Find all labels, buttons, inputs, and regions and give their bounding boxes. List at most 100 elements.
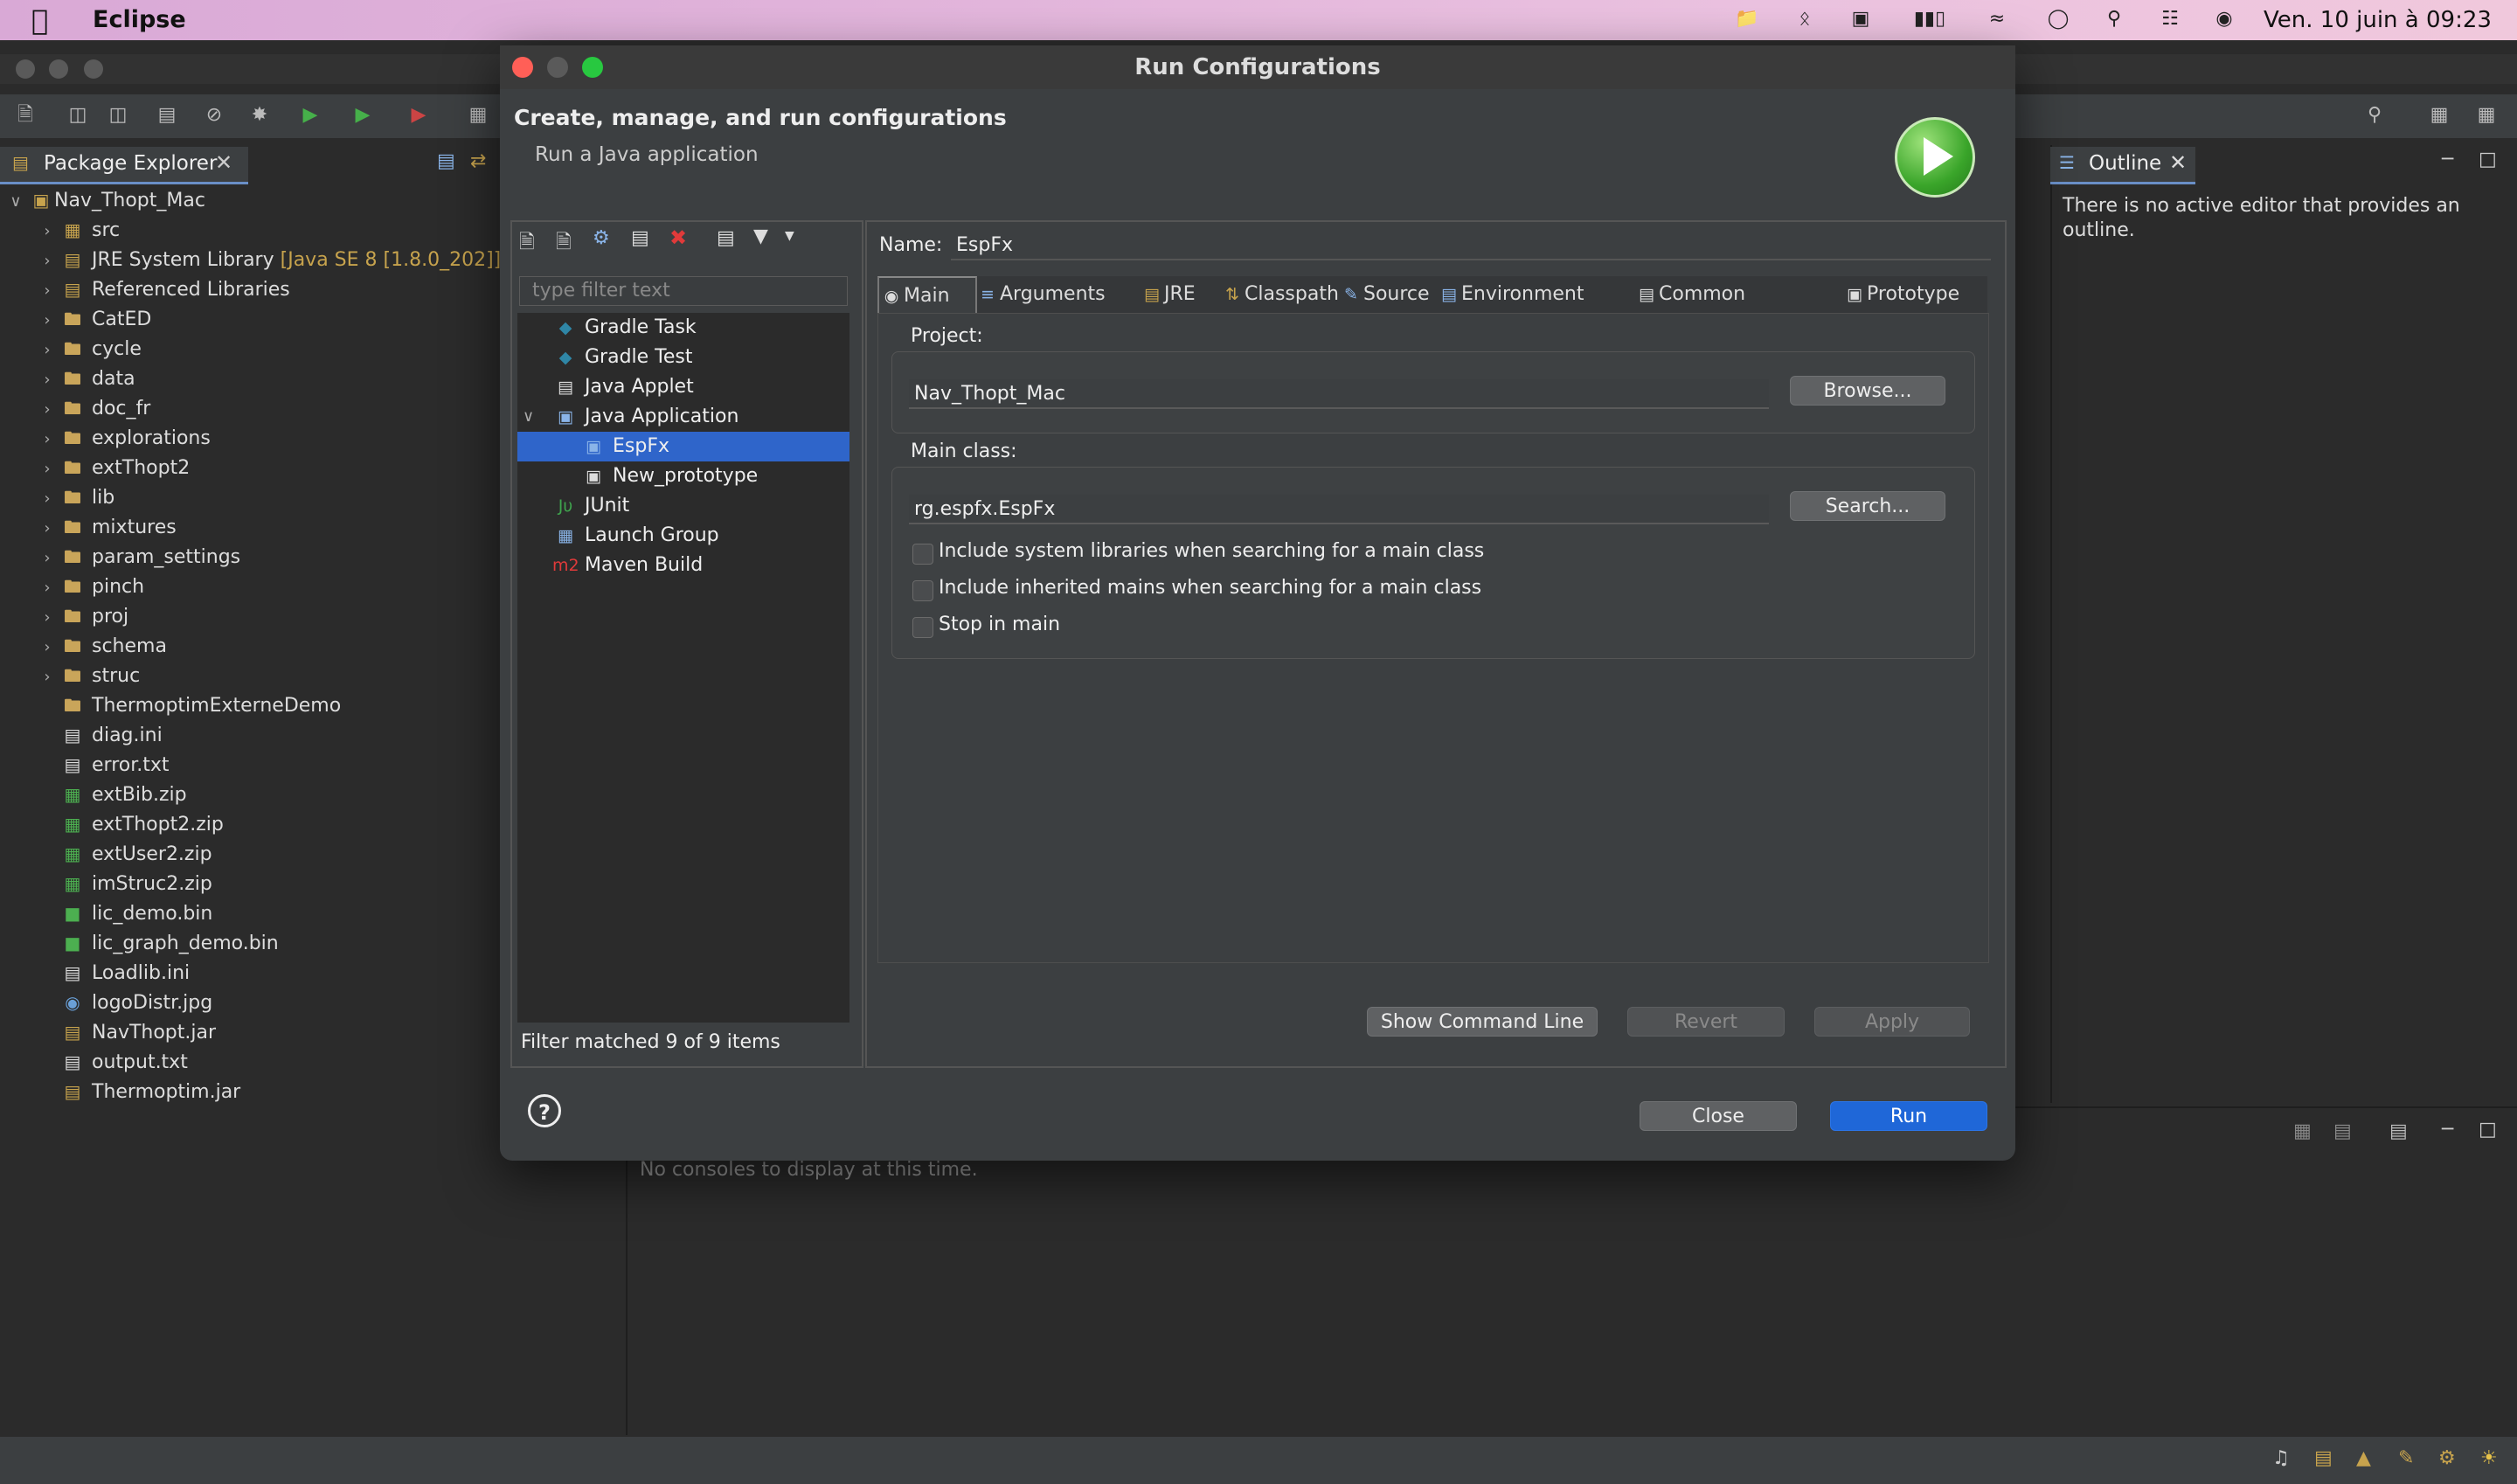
dialog-close-dot[interactable] bbox=[512, 57, 533, 78]
save-icon[interactable]: ◫ bbox=[65, 103, 91, 128]
save-all-icon[interactable]: ◫ bbox=[105, 103, 131, 128]
chevron-right-icon[interactable]: › bbox=[35, 603, 59, 633]
config-tree-item[interactable]: Jυ JUnit bbox=[517, 491, 849, 521]
close-icon[interactable]: ✕ bbox=[215, 150, 232, 175]
name-field[interactable]: EspFx bbox=[951, 231, 1991, 260]
window-icon[interactable]: ▣ bbox=[1848, 8, 1874, 31]
revert-button[interactable]: Revert bbox=[1627, 1007, 1785, 1037]
chevron-right-icon[interactable]: › bbox=[35, 454, 59, 484]
config-tree-item[interactable]: ∨ ▣ Java Application bbox=[517, 402, 849, 432]
window-minimize-dot[interactable] bbox=[49, 59, 68, 79]
dialog-minimize-dot[interactable] bbox=[547, 57, 568, 78]
maximize-icon[interactable]: □ bbox=[2479, 1119, 2497, 1141]
open-console-icon[interactable]: ▤ bbox=[2389, 1120, 2408, 1142]
tab-source[interactable]: ✎ Source bbox=[1339, 276, 1437, 313]
minimize-icon[interactable]: ─ bbox=[2442, 149, 2453, 170]
coverage-icon[interactable]: ▶ bbox=[350, 103, 376, 128]
skip-breakpoints-icon[interactable]: ⊘ bbox=[201, 103, 227, 128]
new-java-package-icon[interactable]: ▦ bbox=[465, 103, 491, 128]
run-icon[interactable]: ▶ bbox=[297, 103, 323, 128]
menu-clock[interactable]: Ven. 10 juin à 09:23 bbox=[2264, 7, 2492, 33]
checkbox[interactable] bbox=[912, 617, 933, 638]
tab-common[interactable]: ▤ Common bbox=[1634, 276, 1772, 313]
collapse-all-icon[interactable]: ▤ bbox=[717, 227, 735, 249]
config-tree-item[interactable]: ▣ EspFx bbox=[517, 432, 849, 461]
chevron-down-icon[interactable]: ∨ bbox=[3, 187, 28, 217]
java-perspective-icon[interactable]: ▦ bbox=[2473, 103, 2500, 128]
book-icon[interactable]: ▤ bbox=[2314, 1447, 2333, 1469]
tab-jre[interactable]: ▤ JRE bbox=[1140, 276, 1220, 313]
checkbox-label[interactable]: Include system libraries when searching … bbox=[939, 540, 1484, 562]
config-tree-item[interactable]: ▣ New_prototype bbox=[517, 461, 849, 491]
tab-prototype[interactable]: ▣ Prototype bbox=[1842, 276, 1973, 313]
collapse-all-icon[interactable]: ▤ bbox=[437, 150, 455, 172]
folder-icon[interactable]: 📁 bbox=[1734, 8, 1760, 31]
project-field[interactable]: Nav_Thopt_Mac bbox=[909, 379, 1769, 409]
chevron-right-icon[interactable]: › bbox=[35, 662, 59, 692]
search-button[interactable]: Search... bbox=[1790, 491, 1945, 521]
open-perspective-icon[interactable]: ▦ bbox=[2426, 103, 2452, 128]
chevron-right-icon[interactable]: › bbox=[35, 573, 59, 603]
chevron-down-icon[interactable]: ▼ bbox=[785, 229, 794, 243]
search-icon[interactable]: ⚲ bbox=[2361, 103, 2388, 128]
config-tree-item[interactable]: ▦ Launch Group bbox=[517, 521, 849, 551]
tab-environment[interactable]: ▤ Environment bbox=[1437, 276, 1634, 313]
battery-icon[interactable]: ▮▮▯ bbox=[1905, 8, 1954, 31]
chevron-right-icon[interactable]: › bbox=[35, 544, 59, 573]
new-prototype-icon[interactable]: 🗎 bbox=[556, 227, 572, 260]
apply-button[interactable]: Apply bbox=[1814, 1007, 1970, 1037]
filter-input[interactable]: type filter text bbox=[519, 276, 848, 306]
chevron-right-icon[interactable]: › bbox=[35, 484, 59, 514]
close-button[interactable]: Close bbox=[1640, 1101, 1797, 1131]
chevron-right-icon[interactable]: › bbox=[35, 306, 59, 336]
config-tree-item[interactable]: ◆ Gradle Task bbox=[517, 313, 849, 343]
config-tree-item[interactable]: m2 Maven Build bbox=[517, 551, 849, 580]
chevron-right-icon[interactable]: › bbox=[35, 217, 59, 246]
gear-icon[interactable]: ⚙ bbox=[2438, 1447, 2456, 1469]
chevron-right-icon[interactable]: › bbox=[35, 425, 59, 454]
config-tree-item[interactable]: ▤ Java Applet bbox=[517, 372, 849, 402]
checkbox-label[interactable]: Stop in main bbox=[939, 614, 1060, 635]
window-zoom-dot[interactable] bbox=[84, 59, 103, 79]
notifications-icon[interactable]: ♫ bbox=[2272, 1447, 2290, 1469]
browse-button[interactable]: Browse... bbox=[1790, 376, 1945, 406]
tab-arguments[interactable]: ≡ Arguments bbox=[975, 276, 1140, 313]
user-icon[interactable]: ◯ bbox=[2045, 8, 2071, 31]
checkbox[interactable] bbox=[912, 580, 933, 601]
chevron-right-icon[interactable]: › bbox=[35, 276, 59, 306]
chevron-down-icon[interactable]: ∨ bbox=[523, 402, 534, 432]
config-tree-item[interactable]: ◆ Gradle Test bbox=[517, 343, 849, 372]
control-center-icon[interactable]: ☷ bbox=[2157, 8, 2183, 31]
dialog-zoom-dot[interactable] bbox=[582, 57, 603, 78]
chevron-right-icon[interactable]: › bbox=[35, 633, 59, 662]
external-tools-icon[interactable]: ▶ bbox=[406, 103, 432, 128]
terminal-icon[interactable]: ▤ bbox=[154, 103, 180, 128]
chevron-right-icon[interactable]: › bbox=[35, 395, 59, 425]
tab-outline[interactable]: ☰ Outline ✕ bbox=[2050, 147, 2195, 184]
tab-package-explorer[interactable]: ▤ Package Explorer ✕ bbox=[0, 147, 248, 184]
duplicate-icon[interactable]: ▤ bbox=[631, 227, 649, 249]
wifi-icon[interactable]: ≈ bbox=[1984, 8, 2010, 31]
wand-icon[interactable]: ✎ bbox=[2398, 1447, 2414, 1469]
tab-classpath[interactable]: ⇅ Classpath bbox=[1220, 276, 1339, 313]
export-configuration-icon[interactable]: ⚙ bbox=[593, 227, 610, 249]
spotlight-icon[interactable]: ⚲ bbox=[2101, 8, 2127, 31]
main-class-field[interactable]: rg.espfx.EspFx bbox=[909, 495, 1769, 524]
run-button[interactable]: Run bbox=[1830, 1101, 1987, 1131]
tutorial-icon[interactable]: ▲ bbox=[2356, 1447, 2371, 1469]
filter-icon[interactable]: ▼ bbox=[753, 225, 768, 247]
help-icon[interactable]: ? bbox=[528, 1094, 561, 1127]
chevron-right-icon[interactable]: › bbox=[35, 365, 59, 395]
lightbulb-icon[interactable]: ☀ bbox=[2480, 1447, 2498, 1469]
debug-icon[interactable]: ✸ bbox=[246, 103, 273, 128]
chevron-right-icon[interactable]: › bbox=[35, 514, 59, 544]
maximize-icon[interactable]: □ bbox=[2479, 149, 2497, 170]
siri-icon[interactable]: ◉ bbox=[2211, 8, 2237, 31]
new-configuration-icon[interactable]: 🗎 bbox=[519, 227, 535, 260]
close-icon[interactable]: ✕ bbox=[2169, 150, 2187, 175]
display-console-icon[interactable]: ▤ bbox=[2333, 1120, 2352, 1142]
checkbox-label[interactable]: Include inherited mains when searching f… bbox=[939, 577, 1481, 599]
new-icon[interactable]: 🗎 bbox=[12, 103, 38, 128]
app-menu-eclipse[interactable]: Eclipse bbox=[93, 6, 186, 33]
apple-icon[interactable]:  bbox=[31, 3, 48, 37]
